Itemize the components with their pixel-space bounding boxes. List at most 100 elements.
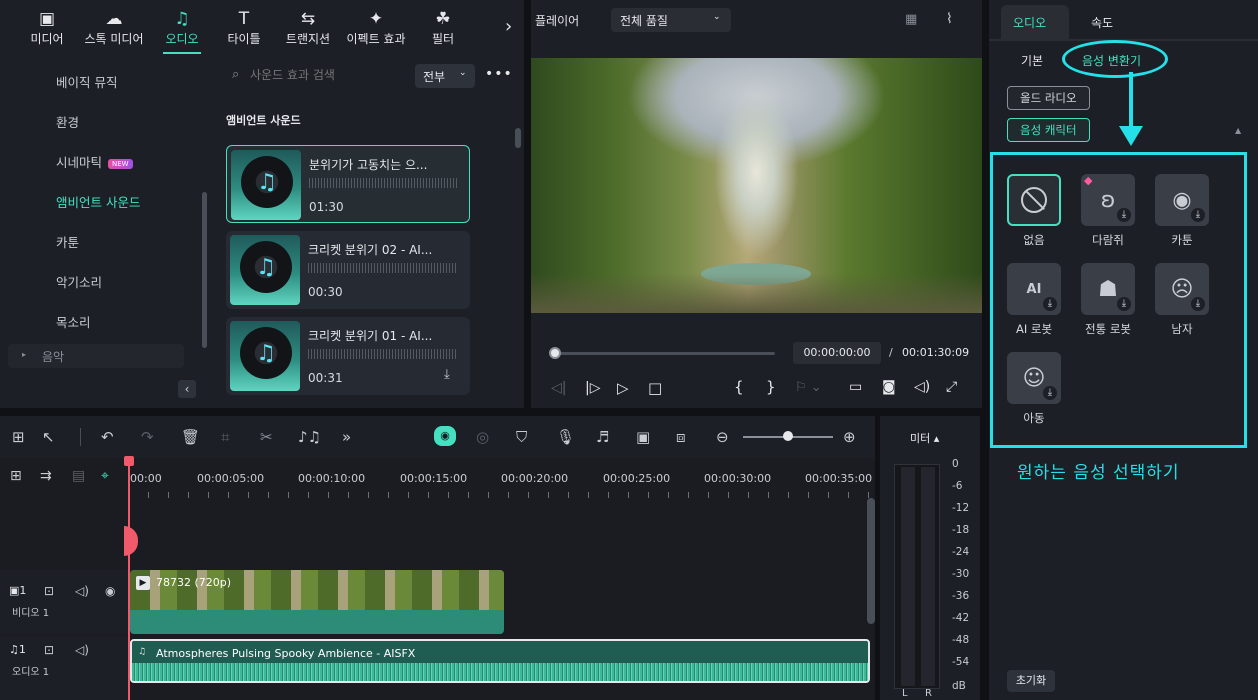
old-radio-button[interactable]: 올드 라디오	[1007, 86, 1090, 110]
microphone-icon[interactable]: 🎙	[556, 428, 575, 446]
sound-card[interactable]: ♫ 크리켓 분위기 01 - AI... 00:31 ⤓	[226, 317, 470, 395]
voice-cartoon[interactable]: ◉ ⤓ 카툰	[1154, 174, 1210, 248]
clip-name: 78732 (720p)	[156, 576, 232, 589]
tool-effects[interactable]: ✦ 이펙트 효과	[345, 8, 407, 47]
zoom-slider-handle[interactable]	[783, 431, 793, 441]
marker-icon[interactable]: ⚐ ⌄	[795, 380, 822, 395]
filter-dropdown[interactable]: 전부 ⌄	[415, 64, 475, 88]
audio-edit-icon[interactable]: ♪♫	[298, 428, 321, 446]
lock-icon[interactable]: ⊡	[44, 584, 54, 598]
volume-icon[interactable]: ◁)	[914, 379, 930, 395]
select-tool-icon[interactable]: ↖	[42, 428, 55, 446]
zoom-out-icon[interactable]: ⊖	[716, 428, 729, 446]
voice-traditional-robot[interactable]: ☗ ⤓ 전통 로봇	[1080, 263, 1136, 337]
search-input[interactable]	[250, 64, 410, 86]
sound-thumbnail: ♫	[231, 150, 301, 220]
reset-button[interactable]: 초기화	[1007, 670, 1055, 692]
category-item-basic-music[interactable]: 베이직 뮤직	[56, 72, 117, 91]
marker-icon[interactable]: ⛉	[516, 428, 527, 446]
current-time[interactable]: 00:00:00:00	[793, 342, 881, 364]
voice-character-button[interactable]: 음성 캐릭터	[1007, 118, 1090, 142]
voice-man[interactable]: ☹ ⤓ 남자	[1154, 263, 1210, 337]
step-forward-icon[interactable]: |▷	[585, 380, 600, 396]
category-item-voice[interactable]: 목소리	[56, 312, 91, 331]
tool-stock-media[interactable]: ☁ 스톡 미디어	[83, 8, 145, 47]
meter-title[interactable]: 미터 ▴	[910, 430, 939, 446]
media-toolbar: ▣ 미디어 ☁ 스톡 미디어 ♫ 오디오 T 타이틀 ⇆ 트랜지션 ✦ 이펙트 …	[0, 0, 524, 56]
meter-scale-label: dB	[952, 680, 966, 692]
more-tools-icon[interactable]: »	[342, 428, 351, 446]
category-item-ambient[interactable]: 앰비언트 사운드	[56, 192, 140, 211]
tab-speed[interactable]: 속도	[1091, 14, 1113, 31]
waveform	[132, 663, 868, 681]
fit-icon[interactable]: ⧈	[676, 428, 686, 446]
mark-in-icon[interactable]: {	[734, 378, 744, 396]
track-layout-icon[interactable]: ▤	[72, 468, 85, 484]
category-item-instrument[interactable]: 악기소리	[56, 272, 102, 291]
playhead-handle[interactable]	[549, 347, 561, 359]
voice-none[interactable]: 없음	[1006, 174, 1062, 248]
crop-icon[interactable]: ⌗	[221, 428, 229, 446]
render-icon[interactable]: ◎	[476, 428, 489, 446]
layout-icon[interactable]: ⊞	[12, 428, 25, 446]
quality-dropdown[interactable]: 전체 품질 ⌄	[611, 8, 731, 32]
waveform-monitor-icon[interactable]: ⌇	[946, 11, 953, 27]
volume-icon[interactable]: ◁)	[75, 584, 89, 598]
sound-card[interactable]: ♫ 분위기가 고동치는 으... 01:30	[226, 145, 470, 223]
playhead-handle[interactable]	[124, 456, 134, 466]
tool-transition[interactable]: ⇆ 트랜지션	[277, 8, 339, 47]
playback-progress[interactable]	[551, 352, 775, 355]
voice-child[interactable]: ☺ ⤓ 아동	[1006, 352, 1062, 426]
ai-assistant-icon[interactable]: ◉	[434, 426, 456, 446]
voice-squirrel[interactable]: ʚ ⤓ ◆ 다람쥐	[1080, 174, 1136, 248]
annotation-text: 원하는 음성 선택하기	[1017, 463, 1180, 483]
snapshot-icon[interactable]: ◙	[882, 379, 896, 395]
tool-label: 타이틀	[227, 32, 261, 46]
sound-title: 분위기가 고동치는 으...	[309, 158, 428, 172]
category-item-cinematic[interactable]: 시네마틱 NEW	[56, 152, 133, 171]
stop-icon[interactable]: □	[648, 379, 662, 397]
scrollbar[interactable]	[202, 192, 207, 348]
category-group-music[interactable]: ▸ 음악	[8, 344, 184, 368]
voice-ai-robot[interactable]: AI ⤓ AI 로봇	[1006, 263, 1062, 337]
tool-title[interactable]: T 타이틀	[213, 8, 275, 47]
display-icon[interactable]: ▭	[849, 379, 862, 395]
tool-media[interactable]: ▣ 미디어	[16, 8, 78, 47]
music-list-icon[interactable]: ♬	[596, 428, 609, 446]
link-icon[interactable]: ⇉	[40, 468, 52, 484]
screen-record-icon[interactable]: ▣	[636, 428, 650, 446]
sound-card[interactable]: ♫ 크리켓 분위기 02 - AI... 00:30	[226, 231, 470, 309]
scrollbar[interactable]	[867, 498, 875, 624]
audio-clip[interactable]: ♫ Atmospheres Pulsing Spooky Ambience - …	[130, 639, 870, 683]
delete-icon[interactable]: 🗑	[181, 428, 200, 446]
cut-icon[interactable]: ✂	[260, 428, 273, 446]
tool-label: 필터	[431, 32, 455, 46]
tool-filter[interactable]: ☘ 필터	[412, 8, 474, 47]
collapse-icon[interactable]: ‹	[178, 380, 196, 398]
grid-view-icon[interactable]: ▦	[905, 12, 917, 27]
expand-icon: ▸	[22, 350, 27, 359]
chevron-right-icon[interactable]: ›	[505, 16, 512, 37]
redo-icon[interactable]: ↷	[141, 428, 154, 446]
subtab-basic[interactable]: 기본	[1021, 52, 1043, 69]
download-icon[interactable]: ⤓	[444, 367, 450, 382]
previous-frame-icon[interactable]: ◁|	[551, 380, 566, 396]
tab-audio[interactable]: 오디오	[1001, 5, 1069, 39]
video-clip[interactable]: ▶ 78732 (720p)	[130, 570, 504, 634]
collapse-icon[interactable]: ▲	[1235, 126, 1241, 135]
lock-icon[interactable]: ⊡	[44, 643, 54, 657]
undo-icon[interactable]: ↶	[101, 428, 114, 446]
tool-audio[interactable]: ♫ 오디오	[151, 8, 213, 54]
more-options-icon[interactable]: •••	[485, 66, 513, 82]
category-item-cartoon[interactable]: 카툰	[56, 232, 79, 251]
category-item-environment[interactable]: 환경	[56, 112, 79, 131]
snap-icon[interactable]: ⌖	[101, 468, 109, 484]
add-track-icon[interactable]: ⊞	[10, 468, 22, 484]
eye-icon[interactable]: ◉	[105, 584, 115, 598]
zoom-in-icon[interactable]: ⊕	[843, 428, 856, 446]
scrollbar[interactable]	[515, 128, 521, 148]
play-icon[interactable]: ▷	[617, 379, 629, 397]
mark-out-icon[interactable]: }	[766, 378, 776, 396]
fullscreen-icon[interactable]: ⤢	[946, 379, 957, 395]
volume-icon[interactable]: ◁)	[75, 643, 89, 657]
